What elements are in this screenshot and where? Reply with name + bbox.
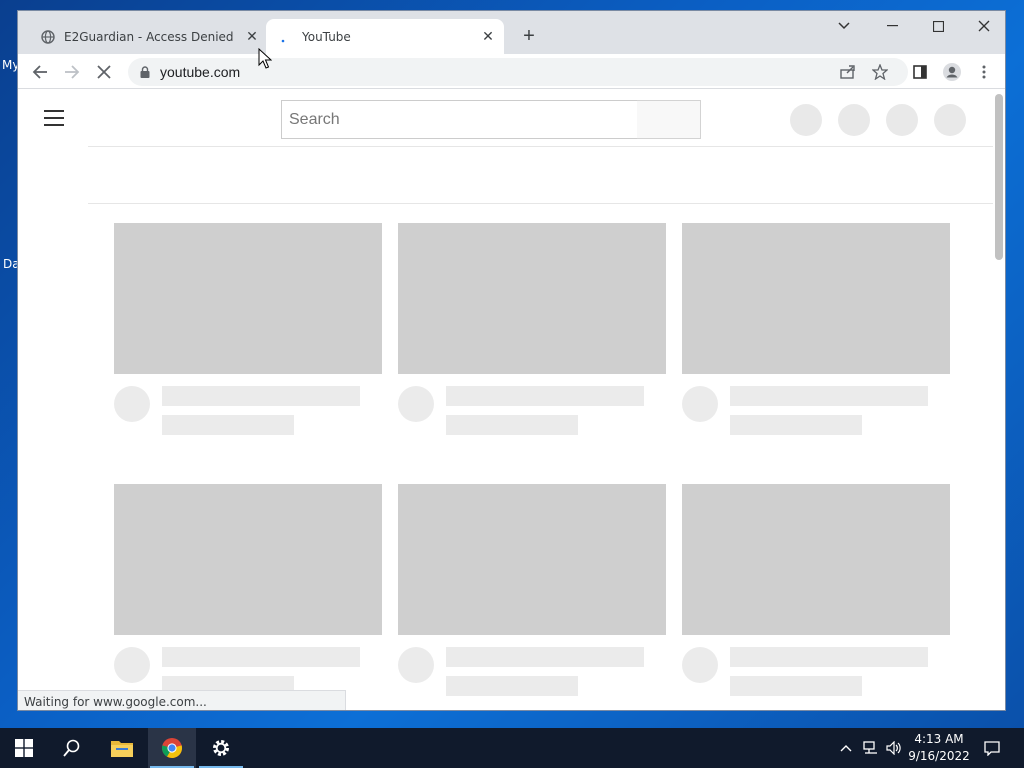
channel-avatar-placeholder: [398, 386, 434, 422]
network-icon[interactable]: [860, 728, 882, 768]
title-placeholder: [162, 386, 360, 406]
start-icon[interactable]: [0, 728, 48, 768]
meta-placeholder: [446, 676, 578, 696]
channel-avatar-placeholder: [114, 386, 150, 422]
chevron-up-icon[interactable]: [836, 728, 856, 768]
title-placeholder: [730, 647, 928, 667]
channel-avatar-placeholder: [682, 647, 718, 683]
minimize-button[interactable]: [869, 11, 915, 41]
thumbnail-placeholder[interactable]: [398, 223, 666, 374]
video-card-skeleton[interactable]: [682, 223, 950, 435]
hamburger-menu-icon[interactable]: [44, 110, 64, 126]
thumbnail-placeholder[interactable]: [682, 223, 950, 374]
header-icon-placeholder[interactable]: [886, 104, 918, 136]
meta-placeholder: [446, 415, 578, 435]
browser-toolbar: youtube.com: [18, 54, 1005, 89]
title-placeholder: [730, 386, 928, 406]
video-card-skeleton[interactable]: [398, 223, 666, 435]
meta-placeholder: [730, 676, 862, 696]
tab-e2guardian[interactable]: E2Guardian - Access Denied ✕: [28, 19, 268, 54]
video-card-skeleton[interactable]: [398, 484, 666, 696]
bookmark-star-icon[interactable]: [866, 58, 894, 86]
thumbnail-placeholder[interactable]: [398, 484, 666, 635]
notification-icon[interactable]: [978, 728, 1006, 768]
tab-search-icon[interactable]: [821, 11, 867, 41]
loading-spinner-icon: [278, 29, 294, 45]
search-button[interactable]: [637, 100, 701, 139]
title-placeholder: [446, 386, 644, 406]
header-icon-placeholder[interactable]: [838, 104, 870, 136]
stop-loading-button[interactable]: [90, 58, 118, 86]
taskbar: 4:13 AM 9/16/2022: [0, 728, 1024, 768]
channel-avatar-placeholder: [114, 647, 150, 683]
channel-avatar-placeholder: [398, 647, 434, 683]
url-text[interactable]: youtube.com: [160, 64, 240, 80]
forward-button[interactable]: [58, 58, 86, 86]
meta-placeholder: [730, 415, 862, 435]
meta-placeholder: [162, 415, 294, 435]
video-card-skeleton[interactable]: [682, 484, 950, 696]
thumbnail-placeholder[interactable]: [114, 223, 382, 374]
title-placeholder: [446, 647, 644, 667]
thumbnail-placeholder[interactable]: [682, 484, 950, 635]
tab-strip: E2Guardian - Access Denied ✕ YouTube ✕ +: [18, 11, 1005, 54]
close-window-button[interactable]: [961, 11, 1005, 41]
new-tab-button[interactable]: +: [518, 25, 540, 47]
tab-title: YouTube: [302, 29, 351, 44]
back-button[interactable]: [26, 58, 54, 86]
status-text: Waiting for www.google.com...: [24, 694, 207, 709]
lock-icon[interactable]: [140, 66, 150, 78]
share-icon[interactable]: [834, 58, 862, 86]
search-input[interactable]: Search: [281, 100, 638, 139]
settings-icon[interactable]: [197, 728, 245, 768]
file-explorer-icon[interactable]: [98, 728, 146, 768]
search-icon[interactable]: [48, 728, 96, 768]
tab-youtube[interactable]: YouTube ✕: [266, 19, 504, 54]
title-placeholder: [162, 647, 360, 667]
maximize-button[interactable]: [915, 11, 961, 41]
chrome-icon[interactable]: [148, 728, 196, 768]
profile-icon[interactable]: [938, 58, 966, 86]
tab-title: E2Guardian - Access Denied: [64, 29, 234, 44]
page-scrollbar[interactable]: [995, 94, 1003, 260]
close-tab-icon[interactable]: ✕: [244, 29, 260, 45]
clock[interactable]: 4:13 AM 9/16/2022: [900, 731, 978, 765]
header-icon-placeholder[interactable]: [790, 104, 822, 136]
address-bar[interactable]: youtube.com: [128, 58, 908, 86]
avatar-placeholder[interactable]: [934, 104, 966, 136]
side-panel-icon[interactable]: [906, 58, 934, 86]
status-bar: Waiting for www.google.com...: [18, 690, 346, 710]
thumbnail-placeholder[interactable]: [114, 484, 382, 635]
menu-kebab-icon[interactable]: [970, 58, 998, 86]
search-placeholder: Search: [289, 110, 340, 128]
video-card-skeleton[interactable]: [114, 484, 382, 696]
channel-avatar-placeholder: [682, 386, 718, 422]
clock-time: 4:13 AM: [914, 732, 964, 746]
globe-icon: [40, 29, 56, 45]
clock-date: 9/16/2022: [908, 749, 970, 763]
browser-window: E2Guardian - Access Denied ✕ YouTube ✕ +: [17, 10, 1006, 711]
video-card-skeleton[interactable]: [114, 223, 382, 435]
chips-bar: [88, 146, 993, 204]
youtube-header: Search: [18, 90, 993, 146]
mouse-cursor-icon: [258, 47, 273, 75]
youtube-page: Search Waiting for www.google.com...: [18, 90, 1005, 710]
close-tab-icon[interactable]: ✕: [480, 29, 496, 45]
